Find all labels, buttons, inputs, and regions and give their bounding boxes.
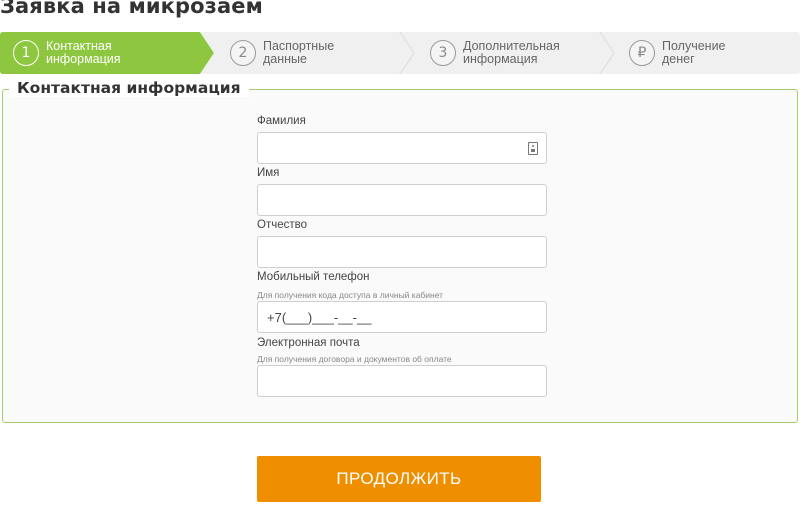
progress-stepper: 1 Контактная информация 2 Паспортные дан… [0,32,800,74]
first-name-label: Имя [257,167,280,179]
step-number: 3 [430,40,456,66]
phone-field[interactable]: +7(___)___-__-__ [257,301,547,333]
step-label: Получение денег [662,39,726,66]
email-field[interactable] [257,365,547,397]
last-name-field[interactable] [257,132,547,164]
phone-value: +7(___)___-__-__ [267,309,372,325]
section-title: Контактная информация [9,79,249,98]
phone-hint: Для получения кода доступа в личный каби… [257,290,444,300]
step-additional-info[interactable]: 3 Дополнительная информация [430,32,560,74]
step-number: 2 [230,40,256,66]
email-label: Электронная почта [257,337,360,349]
page-title: Заявка на микрозаем [0,0,263,18]
middle-name-label: Отчество [257,219,307,231]
email-hint: Для получения договора и документов об о… [257,354,452,364]
step-label: Дополнительная информация [463,39,560,66]
step-label: Паспортные данные [263,39,335,66]
phone-label: Мобильный телефон [257,271,370,283]
step-passport-data[interactable]: 2 Паспортные данные [230,32,334,74]
first-name-field[interactable] [257,184,547,216]
middle-name-field[interactable] [257,236,547,268]
step-contact-info[interactable]: 1 Контактная информация [13,32,121,74]
last-name-label: Фамилия [257,115,306,127]
continue-button[interactable]: ПРОДОЛЖИТЬ [257,456,541,502]
step-receive-money[interactable]: ₽ Получение денег [629,32,726,74]
step-number: 1 [13,40,39,66]
ruble-icon: ₽ [629,40,655,66]
contact-card-icon[interactable] [528,142,538,155]
step-label: Контактная информация [46,39,121,66]
